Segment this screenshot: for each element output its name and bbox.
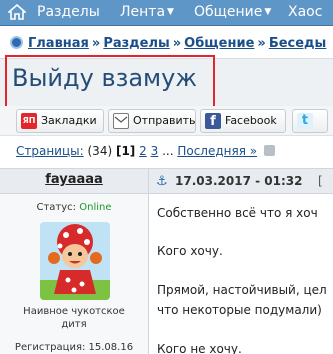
breadcrumb-separator: » [172,36,182,51]
page-link-2[interactable]: 2 [139,144,147,158]
nav-item-label: Лента [120,4,166,20]
user-title-line: дитя [61,319,87,330]
twitter-icon: t [297,113,313,129]
chevron-down-icon: ▼ [264,7,272,17]
breadcrumb-separator: » [91,36,101,51]
anchor-icon[interactable]: ⚓ [156,174,168,189]
facebook-icon: f [205,113,221,129]
user-status: Статус: Online [0,202,148,213]
twitter-button[interactable]: t [292,109,328,133]
send-button[interactable]: Отправить [108,109,196,133]
avatar-image [40,222,110,300]
title-highlight-box [5,55,215,109]
facebook-button-label: Facebook [225,114,277,127]
top-nav-bar: Разделы Лента ▼ Общение ▼ Хаос [0,0,333,26]
forum-icon [10,36,23,49]
pagination-ellipsis: ... [162,144,174,158]
post-text-line: Кого не хочу. [157,342,242,354]
send-button-label: Отправить [133,114,196,127]
breadcrumb-home[interactable]: Главная [28,36,89,51]
breadcrumb-conversations[interactable]: Беседы [269,36,327,51]
last-page-link[interactable]: Последняя » [177,144,257,158]
mail-icon [113,113,129,129]
user-title: Наивное чукотское дитя [0,305,148,331]
post-divider [148,168,149,354]
home-icon[interactable] [8,4,26,20]
yandex-bookmarks-icon: ЯП [21,113,37,129]
bookmarks-button-label: Закладки [41,114,97,127]
avatar[interactable] [40,222,110,300]
facebook-button[interactable]: f Facebook [200,109,286,133]
breadcrumb-communication[interactable]: Общение [184,36,254,51]
status-value: Online [79,202,112,213]
post-date: 17.03.2017 - 01:32 [175,174,303,188]
breadcrumb-sections[interactable]: Разделы [103,36,169,51]
breadcrumb-separator: » [257,36,266,51]
chevron-down-icon: ▼ [167,7,174,17]
pagination-label[interactable]: Страницы: [16,144,84,158]
post-menu-icon[interactable]: [ [318,174,323,188]
user-title-line: Наивное чукотское [23,306,125,317]
nav-item-label: Хаос [288,4,323,20]
post-text-line: что некоторые подумали) [157,303,322,317]
current-page: [1] [115,144,136,158]
registration-date: Регистрация: 15.08.16 [14,342,134,353]
nav-item-communication[interactable]: Общение ▼ [194,3,271,21]
page-count: (34) [87,144,113,158]
post-text-line: Кого хочу. [157,244,223,258]
nav-item-sections[interactable]: Разделы [37,3,100,21]
nav-item-label: Разделы [37,4,100,20]
pagination: Страницы: (34) [1] 2 3 ... Последняя » [16,144,275,158]
nav-item-feed[interactable]: Лента ▼ [120,3,174,21]
post-author[interactable]: fayaaaa [0,172,148,187]
breadcrumb: Главная» Разделы» Общение» Беседы [10,36,326,51]
post-text-line: Собственно всё что я хоч [157,206,318,220]
nav-item-label: Общение [194,4,263,20]
status-label: Статус: [36,202,77,213]
bookmarks-button[interactable]: ЯП Закладки [16,109,104,133]
nav-item-chaos[interactable]: Хаос [288,3,322,21]
post-text-line: Прямой, настойчивый, цел [157,283,327,297]
page-link-3[interactable]: 3 [151,144,159,158]
page-jump-dropdown-icon[interactable] [263,145,275,156]
